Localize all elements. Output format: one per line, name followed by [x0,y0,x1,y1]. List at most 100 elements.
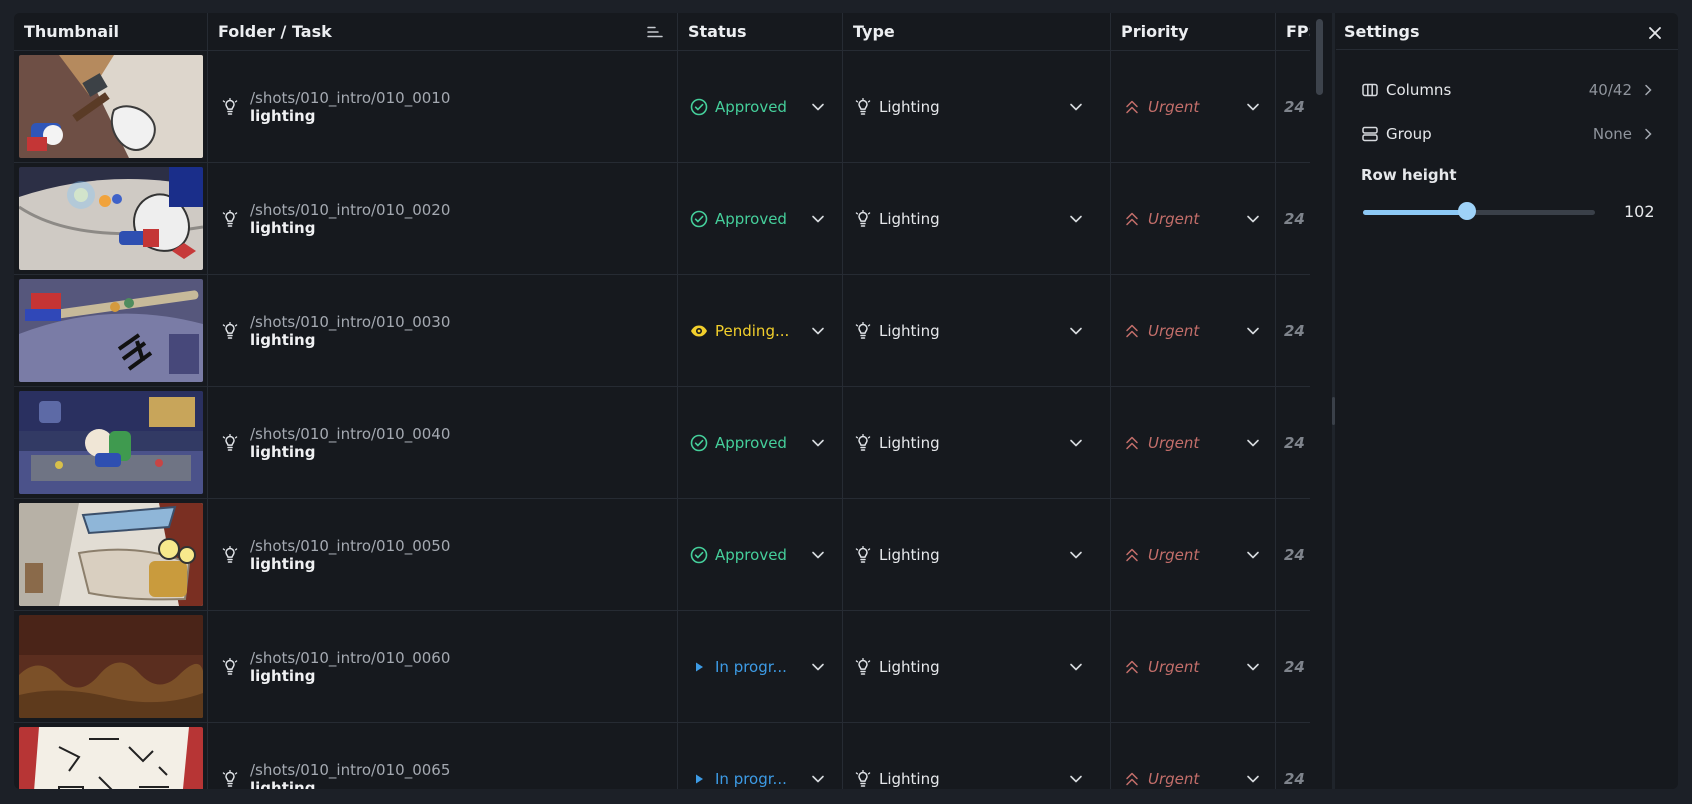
type-chevron-down-icon[interactable] [1069,326,1083,336]
priority-cell[interactable]: Urgent [1111,163,1276,274]
type-chevron-down-icon[interactable] [1069,774,1083,784]
folder-task-cell[interactable]: /shots/010_intro/010_0020 lighting [208,163,678,274]
status-cell[interactable]: Approved [678,499,843,610]
status-cell[interactable]: Pending... [678,275,843,386]
shot-thumbnail[interactable] [19,279,203,382]
priority-cell[interactable]: Urgent [1111,275,1276,386]
type-dropdown[interactable]: Lighting [843,433,1110,452]
status-cell[interactable]: Approved [678,51,843,162]
fps-cell[interactable]: 24 [1276,499,1310,610]
type-cell[interactable]: Lighting [843,275,1111,386]
column-header-priority[interactable]: Priority [1111,13,1276,50]
thumbnail-cell[interactable] [14,51,208,162]
priority-cell[interactable]: Urgent [1111,723,1276,789]
row-height-slider-thumb[interactable] [1458,202,1477,220]
status-cell[interactable]: Approved [678,163,843,274]
type-chevron-down-icon[interactable] [1069,214,1083,224]
priority-dropdown[interactable]: Urgent [1111,322,1275,340]
folder-task-cell[interactable]: /shots/010_intro/010_0010 lighting [208,51,678,162]
status-chevron-down-icon[interactable] [811,550,825,560]
table-row[interactable]: /shots/010_intro/010_0030 lighting Pending… [14,275,1310,387]
thumbnail-cell[interactable] [14,499,208,610]
priority-chevron-down-icon[interactable] [1246,214,1260,224]
status-dropdown[interactable]: Approved [678,210,842,228]
settings-group-row[interactable]: Group None [1362,119,1652,149]
priority-dropdown[interactable]: Urgent [1111,98,1275,116]
priority-chevron-down-icon[interactable] [1246,662,1260,672]
table-row[interactable]: /shots/010_intro/010_0065 lighting In prog… [14,723,1310,789]
table-row[interactable]: /shots/010_intro/010_0010 lighting Approve… [14,51,1310,163]
type-chevron-down-icon[interactable] [1069,662,1083,672]
status-dropdown[interactable]: Approved [678,98,842,116]
thumbnail-cell[interactable] [14,163,208,274]
status-chevron-down-icon[interactable] [811,774,825,784]
priority-cell[interactable]: Urgent [1111,51,1276,162]
status-dropdown[interactable]: Approved [678,434,842,452]
type-dropdown[interactable]: Lighting [843,321,1110,340]
status-cell[interactable]: In progr... [678,723,843,789]
type-dropdown[interactable]: Lighting [843,657,1110,676]
type-chevron-down-icon[interactable] [1069,550,1083,560]
fps-cell[interactable]: 24 [1276,611,1310,722]
shot-thumbnail[interactable] [19,727,203,789]
status-chevron-down-icon[interactable] [811,102,825,112]
fps-cell[interactable]: 24 [1276,723,1310,789]
shot-thumbnail[interactable] [19,503,203,606]
table-row[interactable]: /shots/010_intro/010_0060 lighting In prog… [14,611,1310,723]
priority-cell[interactable]: Urgent [1111,387,1276,498]
type-chevron-down-icon[interactable] [1069,438,1083,448]
table-row[interactable]: /shots/010_intro/010_0020 lighting Approve… [14,163,1310,275]
status-dropdown[interactable]: In progr... [678,658,842,676]
status-dropdown[interactable]: Approved [678,546,842,564]
folder-task-cell[interactable]: /shots/010_intro/010_0065 lighting [208,723,678,789]
fps-cell[interactable]: 24 [1276,163,1310,274]
type-cell[interactable]: Lighting [843,723,1111,789]
shot-thumbnail[interactable] [19,391,203,494]
folder-task-cell[interactable]: /shots/010_intro/010_0040 lighting [208,387,678,498]
fps-cell[interactable]: 24 [1276,275,1310,386]
status-chevron-down-icon[interactable] [811,662,825,672]
type-chevron-down-icon[interactable] [1069,102,1083,112]
table-scrollbar[interactable] [1310,13,1324,789]
type-dropdown[interactable]: Lighting [843,97,1110,116]
priority-dropdown[interactable]: Urgent [1111,658,1275,676]
column-header-fps[interactable]: FPS [1276,13,1310,50]
thumbnail-cell[interactable] [14,275,208,386]
shot-thumbnail[interactable] [19,615,203,718]
type-cell[interactable]: Lighting [843,499,1111,610]
priority-dropdown[interactable]: Urgent [1111,434,1275,452]
status-cell[interactable]: Approved [678,387,843,498]
priority-chevron-down-icon[interactable] [1246,774,1260,784]
priority-cell[interactable]: Urgent [1111,499,1276,610]
type-dropdown[interactable]: Lighting [843,209,1110,228]
type-cell[interactable]: Lighting [843,387,1111,498]
sort-icon[interactable] [647,26,663,38]
status-cell[interactable]: In progr... [678,611,843,722]
priority-chevron-down-icon[interactable] [1246,326,1260,336]
status-dropdown[interactable]: In progr... [678,770,842,788]
thumbnail-cell[interactable] [14,723,208,789]
table-scrollbar-thumb[interactable] [1316,19,1323,95]
type-cell[interactable]: Lighting [843,51,1111,162]
type-cell[interactable]: Lighting [843,163,1111,274]
priority-dropdown[interactable]: Urgent [1111,546,1275,564]
status-dropdown[interactable]: Pending... [678,322,842,340]
folder-task-cell[interactable]: /shots/010_intro/010_0050 lighting [208,499,678,610]
table-row[interactable]: /shots/010_intro/010_0040 lighting Approve… [14,387,1310,499]
folder-task-cell[interactable]: /shots/010_intro/010_0060 lighting [208,611,678,722]
table-row[interactable]: /shots/010_intro/010_0050 lighting Approve… [14,499,1310,611]
status-chevron-down-icon[interactable] [811,214,825,224]
priority-dropdown[interactable]: Urgent [1111,210,1275,228]
panel-splitter-handle[interactable] [1332,397,1335,425]
shot-thumbnail[interactable] [19,167,203,270]
priority-chevron-down-icon[interactable] [1246,550,1260,560]
shot-thumbnail[interactable] [19,55,203,158]
folder-task-cell[interactable]: /shots/010_intro/010_0030 lighting [208,275,678,386]
column-header-type[interactable]: Type [843,13,1111,50]
priority-chevron-down-icon[interactable] [1246,102,1260,112]
column-header-status[interactable]: Status [678,13,843,50]
priority-dropdown[interactable]: Urgent [1111,770,1275,788]
thumbnail-cell[interactable] [14,611,208,722]
type-dropdown[interactable]: Lighting [843,769,1110,788]
thumbnail-cell[interactable] [14,387,208,498]
